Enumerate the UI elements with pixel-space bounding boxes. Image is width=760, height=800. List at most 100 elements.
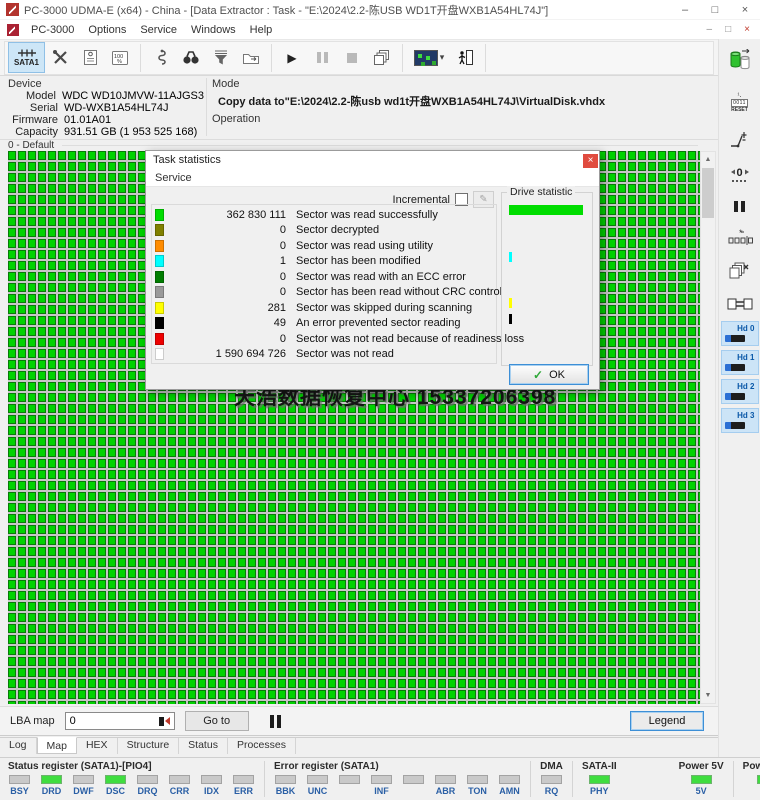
stat-row: 281 Sector was skipped during scanning bbox=[152, 300, 496, 316]
sata-port-button[interactable]: SATA1 bbox=[8, 42, 45, 73]
mdi-restore-button[interactable]: □ bbox=[725, 24, 731, 35]
titlebar: PC-3000 UDMA-E (x64) - China - [Data Ext… bbox=[0, 0, 760, 20]
stat-count: 1 590 694 726 bbox=[215, 348, 286, 361]
power-connect-button[interactable] bbox=[720, 121, 760, 157]
tasks-list-button[interactable] bbox=[367, 43, 397, 73]
head-1-button[interactable]: Hd 1 bbox=[720, 350, 759, 375]
menu-pc3000[interactable]: PC-3000 bbox=[24, 24, 81, 36]
dialog-close-button[interactable]: × bbox=[583, 153, 598, 168]
led-drd bbox=[41, 775, 62, 784]
drive-copy-button[interactable] bbox=[720, 39, 760, 83]
serial-value: WD-WXB1A54HL74J bbox=[64, 102, 169, 114]
svg-text:0: 0 bbox=[736, 167, 742, 179]
stop-task-button[interactable] bbox=[337, 43, 367, 73]
tab-map[interactable]: Map bbox=[36, 737, 77, 754]
head-icon bbox=[724, 335, 745, 342]
binoculars-icon bbox=[183, 51, 199, 64]
chevron-down-icon[interactable]: ▾ bbox=[440, 52, 445, 63]
utilities-button[interactable] bbox=[45, 43, 75, 73]
app-logo-icon bbox=[6, 3, 19, 16]
head-zero-button[interactable]: 0 bbox=[720, 157, 760, 191]
sata-group: SATA-II PHY bbox=[582, 761, 617, 796]
drive-statistic-label: Drive statistic bbox=[507, 186, 576, 198]
tools-icon bbox=[52, 50, 67, 64]
start-task-button[interactable]: ▶ bbox=[277, 43, 307, 73]
dialog-titlebar[interactable]: Task statistics × bbox=[146, 151, 599, 169]
copy-tasks-icon bbox=[374, 50, 389, 65]
stat-label: Sector was read using utility bbox=[296, 239, 433, 252]
stat-count: 281 bbox=[267, 301, 286, 314]
power-switch-icon bbox=[730, 132, 746, 148]
menu-service[interactable]: Service bbox=[133, 24, 184, 36]
head-0-button[interactable]: Hd 0 bbox=[720, 321, 759, 346]
firmware-label: Firmware bbox=[12, 114, 58, 126]
pause-icon bbox=[734, 200, 745, 212]
stat-count: 362 830 111 bbox=[226, 208, 286, 221]
dialog-title: Task statistics bbox=[153, 154, 221, 166]
skip-sectors-button[interactable]: * bbox=[720, 221, 760, 255]
utility-100-icon: 100% bbox=[112, 50, 128, 65]
exit-task-button[interactable] bbox=[450, 43, 480, 73]
pause-heads-button[interactable] bbox=[720, 191, 760, 221]
lba-map-label: LBA map bbox=[10, 715, 55, 727]
stat-count: 1 bbox=[279, 255, 286, 268]
close-button[interactable]: × bbox=[730, 0, 760, 20]
close-tasks-button[interactable] bbox=[720, 255, 760, 289]
menu-windows[interactable]: Windows bbox=[184, 24, 243, 36]
lba-bar: LBA map 0 Go to Legend bbox=[0, 706, 718, 736]
tab-status[interactable]: Status bbox=[179, 738, 228, 754]
stat-row: 0 Sector was read with an ECC error bbox=[152, 269, 496, 285]
hook-tool-button[interactable] bbox=[146, 43, 176, 73]
lba-format-icon[interactable] bbox=[158, 716, 174, 726]
model-label: Model bbox=[26, 90, 56, 102]
lba-input-value[interactable]: 0 bbox=[66, 715, 159, 727]
tab-structure[interactable]: Structure bbox=[118, 738, 180, 754]
serial-label: Serial bbox=[29, 102, 58, 114]
capacity-label: Capacity bbox=[15, 126, 58, 138]
dialog-menu-service[interactable]: Service bbox=[155, 172, 192, 184]
pause-task-button[interactable] bbox=[307, 43, 337, 73]
stat-label: Sector was not read because of readiness… bbox=[296, 332, 525, 345]
menu-options[interactable]: Options bbox=[81, 24, 133, 36]
map-scrollbar[interactable]: ▲ ▼ bbox=[700, 151, 716, 704]
statistics-list: 362 830 111 Sector was read successfully … bbox=[151, 204, 524, 364]
stat-label: Sector was read with an ECC error bbox=[296, 270, 466, 283]
head-0-label: Hd 0 bbox=[737, 324, 755, 333]
menu-help[interactable]: Help bbox=[243, 24, 280, 36]
map-pause-button[interactable] bbox=[265, 711, 286, 731]
head-icon bbox=[724, 393, 745, 400]
script-info-button[interactable] bbox=[75, 43, 105, 73]
map-view-button[interactable]: ▾ bbox=[408, 43, 450, 73]
lba-input[interactable]: 0 bbox=[64, 712, 175, 730]
stat-bar bbox=[509, 298, 512, 308]
mdi-close-button[interactable]: × bbox=[744, 24, 750, 35]
ata-connector-button[interactable] bbox=[720, 289, 760, 319]
head-3-button[interactable]: Hd 3 bbox=[720, 408, 759, 433]
stat-label: Sector was read successfully bbox=[296, 208, 438, 221]
legend-button[interactable]: Legend bbox=[630, 711, 704, 731]
search-button[interactable] bbox=[176, 43, 206, 73]
panel-divider bbox=[206, 78, 207, 136]
scroll-up-icon[interactable]: ▲ bbox=[701, 152, 715, 167]
scrollbar-thumb[interactable] bbox=[702, 168, 714, 218]
reset-button[interactable]: ¹․ 0011 RESET bbox=[720, 83, 760, 121]
tab-processes[interactable]: Processes bbox=[228, 738, 296, 754]
stat-count: 0 bbox=[279, 224, 286, 237]
tab-hex[interactable]: HEX bbox=[77, 738, 118, 754]
tab-log[interactable]: Log bbox=[0, 738, 37, 754]
stat-bar bbox=[509, 313, 512, 324]
ok-button[interactable]: ✓ OK bbox=[509, 364, 589, 385]
svg-text:%: % bbox=[117, 59, 122, 65]
mdi-minimize-button[interactable]: – bbox=[707, 24, 713, 35]
maximize-button[interactable]: □ bbox=[700, 0, 730, 20]
minimize-button[interactable]: – bbox=[670, 0, 700, 20]
head-2-button[interactable]: Hd 2 bbox=[720, 379, 759, 404]
export-map-button[interactable] bbox=[236, 43, 266, 73]
scroll-down-icon[interactable]: ▼ bbox=[701, 688, 715, 703]
goto-button[interactable]: Go to bbox=[184, 711, 249, 731]
filter-button[interactable] bbox=[206, 43, 236, 73]
led-rq bbox=[541, 775, 562, 784]
utility-100-button[interactable]: 100% bbox=[105, 43, 135, 73]
dialog-body: Incremental ✎ 362 830 111 Sector was read… bbox=[146, 186, 599, 389]
zone-divider bbox=[62, 145, 698, 146]
